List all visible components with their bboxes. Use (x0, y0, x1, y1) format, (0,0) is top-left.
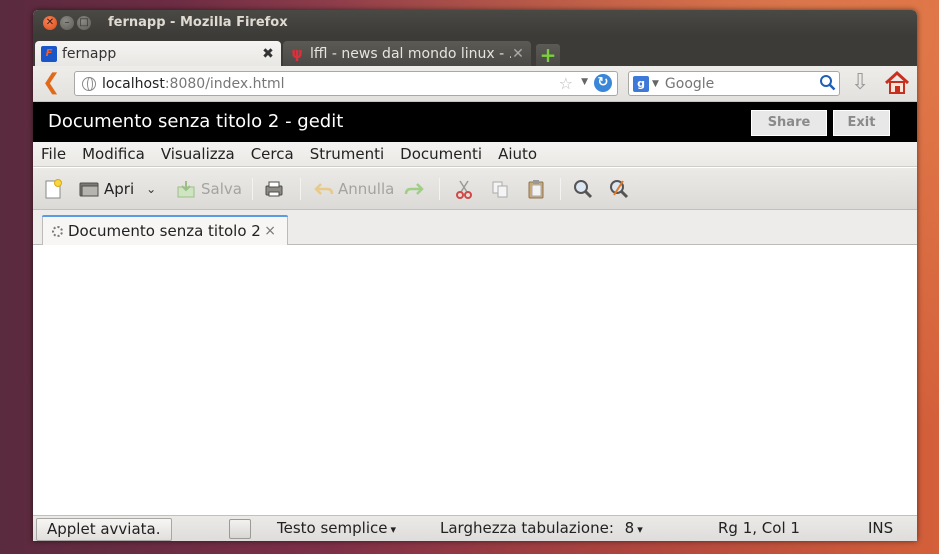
toolbar-separator (300, 178, 301, 200)
toolbar-separator (252, 178, 253, 200)
lffl-favicon-icon: ψ (291, 45, 303, 62)
firefox-window: ✕ – □ fernapp - Mozilla Firefox F fernap… (33, 10, 917, 541)
insert-mode: INS (868, 519, 894, 537)
window-minimize-button[interactable]: – (60, 16, 74, 30)
download-icon[interactable]: ⇩ (851, 72, 869, 94)
side-panel-toggle-icon[interactable] (229, 519, 251, 539)
window-title: fernapp - Mozilla Firefox (108, 15, 288, 30)
menu-modifica[interactable]: Modifica (74, 145, 153, 163)
browser-tab-fernapp[interactable]: F fernapp ✖ (35, 41, 281, 66)
search-bar[interactable]: g ▼ (628, 71, 840, 96)
language-selector[interactable]: Testo semplice ▾ (277, 519, 396, 537)
open-label: Apri (104, 180, 135, 198)
chevron-down-icon[interactable]: ▼ (581, 77, 588, 87)
window-close-button[interactable]: ✕ (43, 16, 57, 30)
menu-strumenti[interactable]: Strumenti (302, 145, 392, 163)
undo-label: Annulla (338, 180, 395, 198)
browser-tab-lffl[interactable]: ψ lffl - news dal mondo linux - … ✕ (283, 41, 531, 66)
cursor-position: Rg 1, Col 1 (718, 519, 800, 537)
applet-status-message: Applet avviata. (36, 518, 172, 541)
google-icon[interactable]: g (633, 75, 649, 92)
new-tab-button[interactable]: + (536, 44, 560, 66)
redo-button[interactable] (403, 176, 425, 202)
browser-tab-label: lffl - news dal mondo linux - … (310, 45, 511, 62)
open-button[interactable]: Apri ⌄ (78, 176, 156, 202)
search-input[interactable] (664, 75, 815, 92)
tab-width-selector[interactable]: Larghezza tabulazione: 8 ▾ (440, 519, 643, 537)
document-tab[interactable]: Documento senza titolo 2 × (42, 215, 288, 246)
redo-icon (404, 183, 424, 195)
chevron-down-icon[interactable]: ⌄ (146, 182, 156, 196)
star-icon[interactable]: ☆ (559, 74, 573, 93)
save-label: Salva (201, 180, 242, 198)
find-button[interactable] (572, 176, 594, 202)
magnifier-icon[interactable] (819, 74, 836, 91)
fernapp-favicon-icon: F (41, 45, 57, 62)
page-content: Documento senza titolo 2 - gedit Share E… (33, 102, 917, 541)
chevron-down-icon: ▾ (390, 523, 397, 536)
menu-cerca[interactable]: Cerca (243, 145, 302, 163)
globe-icon (82, 76, 96, 91)
status-bar: Applet avviata. Testo semplice ▾ Larghezz… (33, 515, 917, 541)
search-icon (574, 180, 593, 199)
menu-bar: File Modifica Visualizza Cerca Strumenti… (33, 142, 917, 167)
loading-spinner-icon (52, 225, 63, 237)
menu-aiuto[interactable]: Aiuto (490, 145, 545, 163)
cut-button[interactable] (453, 176, 475, 202)
language-label: Testo semplice (277, 519, 388, 537)
url-bar[interactable]: localhost:8080/index.html ☆ ▼ ↻ (74, 71, 618, 96)
paste-icon (528, 180, 544, 199)
close-icon[interactable]: × (264, 223, 276, 239)
save-icon (177, 181, 195, 198)
undo-button[interactable]: Annulla (313, 176, 394, 202)
folder-icon (79, 182, 99, 197)
paste-button[interactable] (525, 176, 547, 202)
copy-button[interactable] (489, 176, 511, 202)
copy-icon (492, 181, 508, 198)
share-button[interactable]: Share (751, 110, 827, 136)
new-document-icon (45, 179, 62, 199)
undo-icon (314, 183, 334, 195)
new-document-button[interactable] (42, 176, 64, 202)
menu-file[interactable]: File (33, 145, 74, 163)
url-path: :8080/index.html (164, 75, 285, 92)
tab-width-label: Larghezza tabulazione: (440, 519, 614, 537)
toolbar-separator (560, 178, 561, 200)
url-host: localhost (102, 75, 165, 92)
menu-visualizza[interactable]: Visualizza (153, 145, 243, 163)
browser-tab-label: fernapp (62, 45, 117, 62)
text-editor-area[interactable] (33, 245, 917, 515)
navigation-toolbar: ❮ localhost:8080/index.html ☆ ▼ ↻ g ▼ ⇩ (33, 66, 917, 102)
find-replace-button[interactable] (608, 176, 630, 202)
editor-toolbar: Apri ⌄ Salva Annulla (33, 168, 917, 210)
back-arrow-icon[interactable]: ❮ (42, 72, 60, 94)
document-tab-bar: Documento senza titolo 2 × (33, 210, 917, 246)
window-maximize-button[interactable]: □ (77, 16, 91, 30)
menu-documenti[interactable]: Documenti (392, 145, 490, 163)
app-header: Documento senza titolo 2 - gedit Share E… (33, 102, 917, 142)
home-icon[interactable] (884, 70, 910, 96)
window-titlebar[interactable]: ✕ – □ fernapp - Mozilla Firefox (33, 10, 917, 36)
reload-icon[interactable]: ↻ (594, 74, 612, 92)
browser-tab-strip: F fernapp ✖ ψ lffl - news dal mondo linu… (33, 36, 917, 66)
close-tab-icon[interactable]: ✖ (261, 46, 275, 62)
printer-icon (265, 181, 283, 197)
find-replace-icon (610, 180, 629, 199)
toolbar-separator (439, 178, 440, 200)
exit-button[interactable]: Exit (833, 110, 890, 136)
app-title: Documento senza titolo 2 - gedit (48, 111, 344, 132)
chevron-down-icon[interactable]: ▼ (652, 79, 659, 89)
chevron-down-icon: ▾ (637, 523, 643, 536)
scissors-icon (456, 180, 472, 199)
save-button[interactable]: Salva (175, 176, 242, 202)
print-button[interactable] (263, 176, 285, 202)
close-tab-icon[interactable]: ✕ (511, 46, 525, 62)
document-tab-label: Documento senza titolo 2 (68, 222, 261, 240)
tab-width-value: 8 (624, 519, 635, 537)
